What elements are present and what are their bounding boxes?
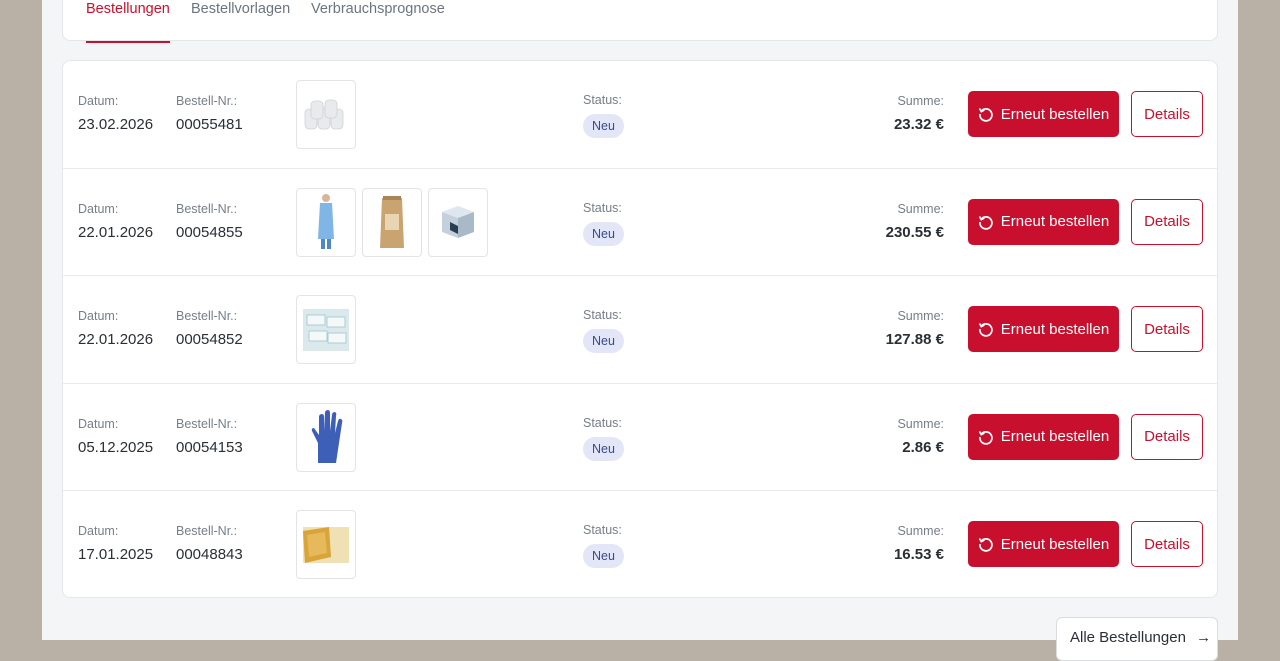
order-number-label: Bestell-Nr.:: [176, 94, 238, 108]
status-badge: Neu: [583, 114, 624, 138]
reorder-button-label: Erneut bestellen: [1000, 428, 1110, 446]
details-button[interactable]: Details: [1131, 306, 1203, 353]
order-date: 23.02.2026: [78, 116, 154, 133]
status-badge: Neu: [583, 544, 624, 569]
order-date: 17.01.2025: [78, 546, 154, 564]
order-number: 00055481: [176, 116, 243, 133]
reorder-button-label: Erneut bestellen: [1000, 320, 1110, 338]
all-orders-button[interactable]: Alle Bestellungen →: [1056, 617, 1218, 661]
order-number: 00048843: [176, 546, 243, 564]
product-thumbnail[interactable]: [428, 187, 488, 257]
reorder-button[interactable]: Erneut bestellen: [968, 91, 1119, 137]
reorder-icon: [978, 108, 993, 122]
date-label: Datum:: [78, 524, 119, 539]
order-sum: 230.55 €: [885, 223, 944, 241]
reorder-button-label: Erneut bestellen: [1000, 213, 1110, 231]
tab-bar: Bestellungen Bestellvorlagen Verbrauchsp…: [62, 0, 1218, 43]
tab-verbrauchsprognose[interactable]: Verbrauchsprognose: [311, 0, 445, 42]
status-label: Status:: [583, 93, 622, 107]
order-row: Datum: 22.01.2026 Bestell-Nr.: 00054855: [63, 169, 1217, 277]
date-label: Datum:: [78, 94, 119, 108]
wipes-packs-icon: [303, 308, 349, 351]
status-badge: Neu: [583, 436, 624, 461]
details-button[interactable]: Details: [1131, 413, 1203, 460]
all-orders-label: Alle Bestellungen: [1070, 629, 1186, 646]
blue-apron-icon: [318, 194, 334, 250]
brown-bag-icon: [380, 196, 404, 249]
status-badge: Neu: [583, 221, 624, 246]
status-badge: Neu: [583, 329, 624, 354]
status-label: Status:: [583, 200, 622, 215]
paper-towel-rolls-icon: [304, 99, 344, 129]
reorder-icon: [978, 430, 993, 445]
page: Bestellungen Bestellvorlagen Verbrauchsp…: [42, 0, 1238, 661]
product-thumbnail[interactable]: [296, 510, 356, 580]
order-sum: 23.32 €: [893, 116, 944, 133]
status-label: Status:: [583, 308, 622, 323]
reorder-icon: [978, 323, 993, 337]
order-number: 00054852: [176, 331, 243, 349]
sum-label: Summe:: [897, 524, 944, 539]
orders-list: Datum: 23.02.2026 Bestell-Nr.: 00055481 …: [62, 60, 1218, 598]
details-button[interactable]: Details: [1131, 198, 1203, 245]
reorder-button[interactable]: Erneut bestellen: [968, 521, 1119, 568]
date-label: Datum:: [78, 201, 119, 216]
details-button[interactable]: Details: [1131, 91, 1203, 137]
product-thumbnail[interactable]: [296, 80, 356, 149]
order-number-label: Bestell-Nr.:: [176, 201, 238, 216]
reorder-button-label: Erneut bestellen: [1000, 105, 1110, 123]
product-thumbnail[interactable]: [296, 402, 356, 472]
order-date: 22.01.2026: [78, 223, 154, 241]
sum-label: Summe:: [897, 94, 944, 108]
tab-bestellvorlagen[interactable]: Bestellvorlagen: [191, 0, 290, 42]
status-label: Status:: [583, 523, 622, 538]
arrow-right-icon: →: [1196, 629, 1212, 646]
order-sum: 127.88 €: [885, 331, 944, 349]
product-thumbnail[interactable]: [296, 187, 356, 257]
order-date: 22.01.2026: [78, 331, 154, 349]
order-number: 00054855: [176, 223, 243, 241]
sum-label: Summe:: [897, 416, 944, 431]
dispenser-box-icon: [442, 206, 474, 239]
product-thumbnail[interactable]: [296, 295, 356, 365]
details-button[interactable]: Details: [1131, 521, 1203, 568]
order-sum: 16.53 €: [893, 546, 944, 564]
order-row: Datum: 05.12.2025 Bestell-Nr.: 00054153 …: [63, 384, 1217, 492]
tab-bestellungen[interactable]: Bestellungen: [86, 0, 170, 43]
order-date: 05.12.2025: [78, 438, 154, 456]
reorder-icon: [978, 215, 993, 230]
order-sum: 2.86 €: [902, 438, 944, 456]
reorder-button-label: Erneut bestellen: [1000, 535, 1110, 553]
order-number-label: Bestell-Nr.:: [176, 309, 238, 324]
order-number-label: Bestell-Nr.:: [176, 416, 238, 431]
sum-label: Summe:: [897, 309, 944, 324]
order-number-label: Bestell-Nr.:: [176, 524, 238, 539]
order-row: Datum: 23.02.2026 Bestell-Nr.: 00055481 …: [63, 61, 1217, 169]
yellow-sponge-cloth-icon: [303, 526, 349, 563]
reorder-button[interactable]: Erneut bestellen: [968, 198, 1119, 245]
order-number: 00054153: [176, 438, 243, 456]
reorder-button[interactable]: Erneut bestellen: [968, 413, 1119, 460]
status-label: Status:: [583, 415, 622, 430]
order-row: Datum: 22.01.2026 Bestell-Nr.: 00054852 …: [63, 276, 1217, 384]
reorder-icon: [978, 538, 993, 553]
order-row: Datum: 17.01.2025 Bestell-Nr.: 00048843 …: [63, 491, 1217, 597]
date-label: Datum:: [78, 309, 119, 324]
sum-label: Summe:: [897, 201, 944, 216]
reorder-button[interactable]: Erneut bestellen: [968, 306, 1119, 353]
blue-glove-icon: [311, 410, 343, 464]
product-thumbnail[interactable]: [362, 187, 422, 257]
date-label: Datum:: [78, 416, 119, 431]
